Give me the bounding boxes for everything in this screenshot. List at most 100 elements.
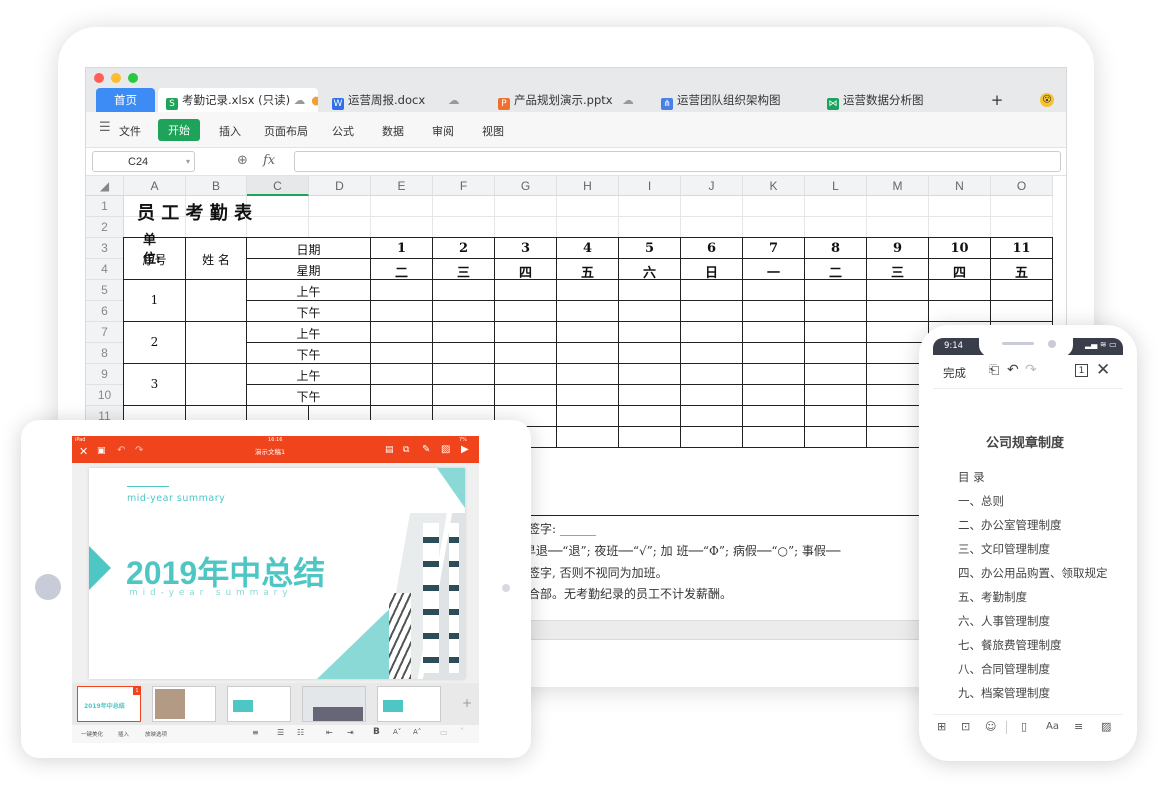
attendance-cell[interactable] — [867, 280, 929, 301]
row-header[interactable]: 1 — [86, 196, 124, 217]
attendance-cell[interactable] — [619, 364, 681, 385]
page-icon[interactable]: ▯ — [1021, 720, 1027, 733]
pm-cell[interactable]: 下午 — [247, 385, 371, 406]
row-header[interactable]: 2 — [86, 217, 124, 238]
attendance-cell[interactable] — [805, 364, 867, 385]
name-cell[interactable] — [186, 322, 247, 364]
page-count[interactable]: 1 — [1075, 364, 1088, 377]
table-cell[interactable] — [867, 217, 929, 238]
attendance-cell[interactable] — [433, 343, 495, 364]
row-header[interactable]: 6 — [86, 301, 124, 322]
table-cell[interactable] — [371, 196, 433, 217]
attendance-cell[interactable] — [929, 301, 991, 322]
maximize-window-icon[interactable] — [128, 73, 138, 83]
tools-icon[interactable]: ✎ — [422, 444, 430, 455]
attendance-cell[interactable] — [433, 280, 495, 301]
weekday-cell[interactable]: 五 — [991, 259, 1053, 281]
toc-item[interactable]: 八、合同管理制度 — [958, 661, 1050, 677]
attendance-cell[interactable] — [433, 364, 495, 385]
slide-thumb[interactable]: 2019年中总结 1 — [77, 686, 141, 722]
attendance-cell[interactable] — [681, 385, 743, 406]
am-cell[interactable]: 上午 — [247, 322, 371, 343]
table-cell[interactable] — [681, 217, 743, 238]
beautify-button[interactable]: 一键美化 — [81, 730, 103, 738]
name-header[interactable]: 姓 名 — [186, 238, 247, 280]
toc-item[interactable]: 目 录 — [958, 469, 985, 485]
minimize-window-icon[interactable] — [111, 73, 121, 83]
slide-thumb[interactable] — [302, 686, 366, 722]
table-cell[interactable] — [433, 217, 495, 238]
attendance-cell[interactable] — [371, 280, 433, 301]
attendance-cell[interactable] — [433, 385, 495, 406]
attendance-cell[interactable] — [805, 322, 867, 343]
column-header[interactable]: M — [867, 176, 929, 196]
name-box[interactable]: C24 ▾ — [92, 151, 195, 172]
insert-button[interactable]: 插入 — [118, 730, 129, 738]
column-header[interactable]: F — [433, 176, 495, 196]
table-cell[interactable] — [867, 196, 929, 217]
attendance-cell[interactable] — [805, 385, 867, 406]
attendance-cell[interactable] — [495, 343, 557, 364]
table-cell[interactable] — [495, 196, 557, 217]
align-icon[interactable]: ≡ — [252, 728, 259, 737]
weekday-cell[interactable]: 五 — [557, 259, 619, 281]
column-header[interactable]: N — [929, 176, 991, 196]
table-cell[interactable] — [557, 217, 619, 238]
date-cell[interactable]: 11 — [991, 238, 1053, 259]
share-icon[interactable]: ⧉ — [403, 445, 409, 455]
table-cell[interactable] — [247, 217, 309, 238]
attendance-cell[interactable] — [557, 343, 619, 364]
row-header[interactable]: 4 — [86, 259, 124, 280]
attendance-cell[interactable] — [805, 406, 867, 427]
name-cell[interactable] — [186, 280, 247, 322]
pen-icon[interactable]: ▨ — [441, 444, 450, 455]
column-header[interactable]: B — [186, 176, 247, 196]
playback-options-button[interactable]: 放映选项 — [145, 730, 167, 738]
font-icon[interactable]: Aa — [1046, 721, 1059, 732]
weekday-cell[interactable]: 四 — [495, 259, 557, 281]
name-cell[interactable] — [186, 364, 247, 406]
attendance-cell[interactable] — [557, 301, 619, 322]
attendance-cell[interactable] — [743, 406, 805, 427]
toc-item[interactable]: 七、餐旅费管理制度 — [958, 637, 1062, 653]
attendance-cell[interactable] — [743, 280, 805, 301]
attendance-cell[interactable] — [805, 280, 867, 301]
attendance-cell[interactable] — [495, 385, 557, 406]
table-cell[interactable] — [495, 217, 557, 238]
undo-icon[interactable]: ↶ — [1007, 362, 1019, 378]
menu-page-layout[interactable]: 页面布局 — [264, 123, 308, 139]
table-cell[interactable] — [309, 217, 371, 238]
toc-item[interactable]: 五、考勤制度 — [958, 589, 1027, 605]
number-list-icon[interactable]: ☷ — [297, 728, 304, 737]
row-header[interactable]: 8 — [86, 343, 124, 364]
attendance-cell[interactable] — [991, 280, 1053, 301]
attendance-cell[interactable] — [805, 301, 867, 322]
date-cell[interactable]: 1 — [371, 238, 433, 259]
attendance-cell[interactable] — [495, 322, 557, 343]
attendance-cell[interactable] — [619, 406, 681, 427]
font-decrease-icon[interactable]: A˅ — [393, 728, 401, 736]
toc-item[interactable]: 二、办公室管理制度 — [958, 517, 1062, 533]
column-header[interactable]: H — [557, 176, 619, 196]
bold-icon[interactable]: B — [373, 727, 380, 737]
attendance-cell[interactable] — [495, 301, 557, 322]
toc-item[interactable]: 一、总则 — [958, 493, 1004, 509]
table-cell[interactable] — [991, 196, 1053, 217]
toc-item[interactable]: 四、办公用品购置、领取规定 — [958, 565, 1108, 581]
attendance-cell[interactable] — [867, 301, 929, 322]
table-cell[interactable] — [805, 217, 867, 238]
table-cell[interactable] — [309, 196, 371, 217]
attendance-cell[interactable] — [619, 385, 681, 406]
image-icon[interactable]: ▨ — [1101, 720, 1111, 733]
column-header[interactable]: E — [371, 176, 433, 196]
attendance-cell[interactable] — [557, 406, 619, 427]
tab-attendance-xlsx[interactable]: S 考勤记录.xlsx (只读) ☁ ● — [158, 88, 318, 112]
paragraph-icon[interactable]: ≡ — [1074, 720, 1083, 733]
attendance-cell[interactable] — [805, 427, 867, 448]
attendance-cell[interactable] — [743, 385, 805, 406]
keyboard-icon[interactable]: ▭ — [440, 728, 448, 737]
attendance-cell[interactable] — [495, 364, 557, 385]
tab-data-analysis[interactable]: ⋈ 运营数据分析图 — [821, 88, 981, 112]
column-header[interactable]: K — [743, 176, 805, 196]
attendance-cell[interactable] — [743, 427, 805, 448]
